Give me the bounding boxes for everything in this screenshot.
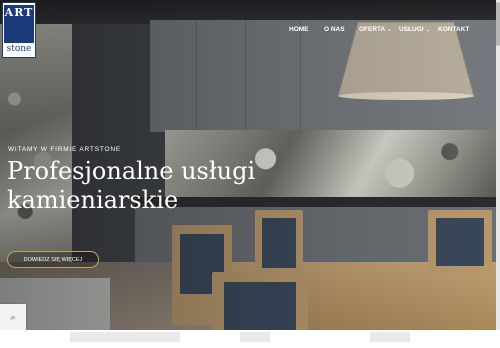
nav-label: O NAS: [324, 26, 345, 33]
section-heading-ghost: [370, 332, 410, 342]
nav-label: KONTAKT: [438, 26, 470, 33]
side-widget-button[interactable]: ⌕: [0, 304, 26, 330]
chevron-down-icon: ⌄: [425, 27, 430, 33]
main-nav: HOME O NAS OFERTA ⌄ USŁUGI ⌄ KONTAKT: [0, 26, 500, 38]
nav-kontakt[interactable]: KONTAKT: [438, 26, 469, 33]
logo-wordmark: stone: [6, 44, 32, 54]
nav-label: USŁUGI: [399, 26, 424, 33]
hero-kicker: WITAMY W FIRMIE ARTSTONE: [8, 146, 121, 153]
scrollbar[interactable]: [496, 0, 500, 330]
nav-label: HOME: [289, 26, 309, 33]
section-heading-ghost: [240, 332, 270, 342]
scrollbar-thumb[interactable]: [496, 2, 500, 46]
hero-headline: Profesjonalne usługi kamieniarskie: [7, 157, 256, 214]
search-icon: ⌕: [10, 311, 16, 322]
section-heading-ghost: [70, 332, 180, 342]
nav-oferta[interactable]: OFERTA ⌄: [359, 26, 391, 33]
chevron-down-icon: ⌄: [387, 27, 392, 33]
nav-label: OFERTA: [359, 26, 386, 33]
logo-text: ART: [4, 6, 34, 19]
learn-more-button[interactable]: DOWIEDZ SIĘ WIĘCEJ: [7, 251, 99, 268]
nav-o-nas[interactable]: O NAS: [324, 26, 345, 33]
button-label: DOWIEDZ SIĘ WIĘCEJ: [23, 256, 83, 263]
nav-uslugi[interactable]: USŁUGI ⌄: [399, 26, 430, 33]
nav-home[interactable]: HOME: [289, 26, 309, 33]
